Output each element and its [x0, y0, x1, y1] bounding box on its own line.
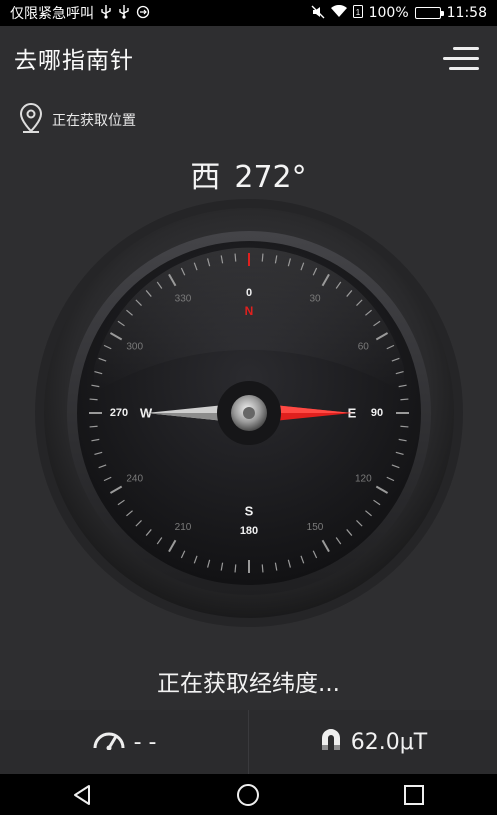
compass-tick	[261, 564, 264, 573]
magnetic-value: 62.0μT	[350, 729, 428, 755]
degree-label-240: 240	[126, 474, 143, 485]
location-status: 正在获取位置	[52, 113, 136, 129]
location-row: 正在获取位置	[18, 102, 136, 138]
status-bar-left: 仅限紧急呼叫	[10, 3, 150, 23]
menu-button[interactable]	[439, 41, 483, 75]
heading-direction: 西	[190, 160, 221, 195]
speed-value: - -	[133, 729, 157, 755]
compass-tick	[400, 425, 409, 428]
status-bar: 仅限紧急呼叫 1 100% 11:58	[0, 0, 497, 26]
degree-label-210: 210	[175, 522, 192, 533]
degree-label-330: 330	[175, 293, 192, 304]
compass-tick	[234, 564, 237, 573]
degree-label-90: 90	[371, 407, 383, 419]
cardinal-s: S	[245, 503, 254, 518]
svg-text:1: 1	[355, 8, 360, 17]
home-button[interactable]	[228, 780, 268, 810]
sync-icon	[136, 5, 150, 22]
magnet-icon	[319, 727, 343, 757]
navigation-bar	[0, 774, 497, 815]
compass-dial: 0 306090120150180210240270300330NESW	[35, 199, 463, 627]
usb-icon	[100, 4, 112, 22]
app-screen: 去哪指南针 正在获取位置 西 272° 0 30 60 90 120 150 1…	[0, 26, 497, 774]
status-bar-right: 1 100% 11:58	[311, 4, 487, 22]
map-pin-icon	[18, 102, 44, 138]
battery-icon	[414, 7, 444, 19]
degree-label-180: 180	[240, 525, 258, 537]
degree-label-270: 270	[110, 407, 128, 419]
latlon-status: 正在获取经纬度...	[157, 671, 340, 697]
wifi-icon	[330, 4, 347, 21]
compass-tick	[400, 398, 409, 401]
battery-percent: 100%	[368, 5, 409, 21]
degree-label-300: 300	[126, 342, 143, 353]
back-button[interactable]	[63, 780, 103, 810]
bottom-panel: - - 62.0μT	[0, 710, 497, 774]
speed-cell: - -	[0, 710, 249, 774]
degree-label-150: 150	[307, 522, 324, 533]
heading-readout: 西 272°	[0, 152, 497, 196]
degree-label-60: 60	[358, 342, 370, 353]
degree-label-30: 30	[309, 293, 321, 304]
usb-debug-icon	[118, 4, 130, 22]
mute-icon	[311, 5, 325, 22]
menu-icon	[453, 47, 479, 50]
title-bar: 去哪指南针	[0, 26, 497, 90]
compass-tick	[234, 253, 237, 262]
cardinal-n: N	[245, 304, 254, 318]
compass-tick	[89, 398, 98, 401]
compass: 0 30 60 90 120 150 180 210 240 270 300 330 N E S W	[34, 198, 464, 628]
back-icon	[73, 784, 90, 805]
magnetic-cell: 62.0μT	[249, 710, 497, 774]
degree-label-0: 0	[246, 287, 252, 299]
app-title: 去哪指南针	[14, 48, 134, 74]
degree-label-120: 120	[355, 474, 372, 485]
clock: 11:58	[446, 5, 487, 21]
heading-degrees: 272°	[234, 160, 307, 195]
compass-tick	[261, 253, 264, 262]
recents-button[interactable]	[394, 780, 434, 810]
compass-tick	[89, 425, 98, 428]
home-icon	[237, 783, 260, 806]
recents-icon	[404, 784, 425, 805]
sim-icon: 1	[352, 5, 363, 21]
speedometer-icon	[92, 728, 126, 756]
carrier-text: 仅限紧急呼叫	[10, 6, 94, 22]
